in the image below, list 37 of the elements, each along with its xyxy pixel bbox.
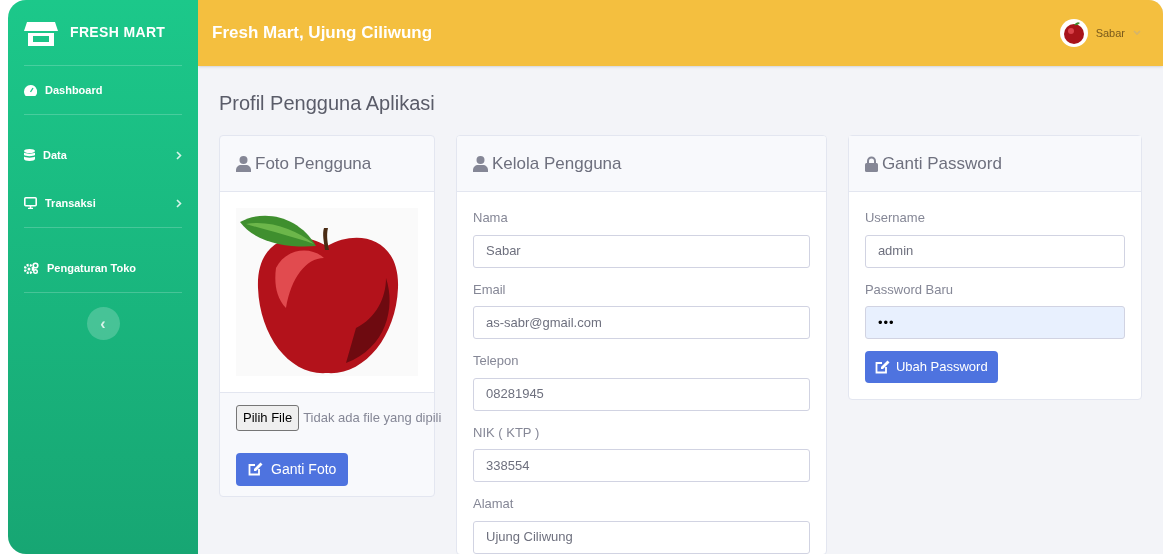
field-label: Username: [864, 209, 925, 227]
field-label: Alamat: [473, 495, 514, 513]
field-label: Email: [473, 280, 506, 299]
lock-icon: [864, 155, 878, 172]
gauge-icon: [24, 84, 37, 96]
input-field[interactable]: as-sabr@gmail.com: [473, 306, 810, 339]
input-field[interactable]: admin: [864, 234, 1125, 268]
change-photo-button[interactable]: Ganti Foto: [236, 452, 349, 486]
edit-icon: [248, 462, 263, 476]
database-icon: [24, 149, 35, 161]
page-title: Profil Pengguna Aplikasi: [219, 91, 436, 116]
monitor-icon: [24, 197, 37, 209]
store-title: Fresh Mart, Ujung Ciliwung: [212, 22, 433, 45]
change-password-button[interactable]: Ubah Password: [864, 351, 998, 383]
brand-name: FRESH MART: [70, 23, 166, 42]
input-field[interactable]: 08281945: [473, 377, 810, 411]
gears-icon: [24, 262, 39, 274]
edit-icon: [874, 360, 890, 374]
input-field[interactable]: Sabar: [473, 234, 810, 268]
input-field[interactable]: Ujung Ciliwung: [473, 520, 810, 554]
user-icon: [236, 155, 251, 172]
field-label: Telepon: [473, 352, 519, 370]
store-icon: [24, 19, 58, 46]
file-status: Tidak ada file yang dipili: [303, 409, 442, 427]
card-title: Ganti Password: [881, 152, 1002, 175]
field-label: Password Baru: [864, 280, 954, 299]
user-icon: [473, 155, 488, 172]
card-title: Kelola Pengguna: [492, 152, 622, 175]
password-field[interactable]: •••: [864, 306, 1125, 339]
sidebar-item[interactable]: Pengaturan Toko: [24, 244, 182, 292]
user-menu[interactable]: Sabar: [1059, 19, 1141, 47]
chevron-down-icon: [1133, 30, 1141, 36]
field-label: NIK ( KTP ): [473, 423, 540, 442]
field-label: Nama: [473, 209, 508, 227]
choose-file-button[interactable]: Pilih File: [236, 405, 300, 431]
input-field[interactable]: 338554: [473, 449, 810, 482]
card-title: Foto Pengguna: [255, 152, 372, 175]
